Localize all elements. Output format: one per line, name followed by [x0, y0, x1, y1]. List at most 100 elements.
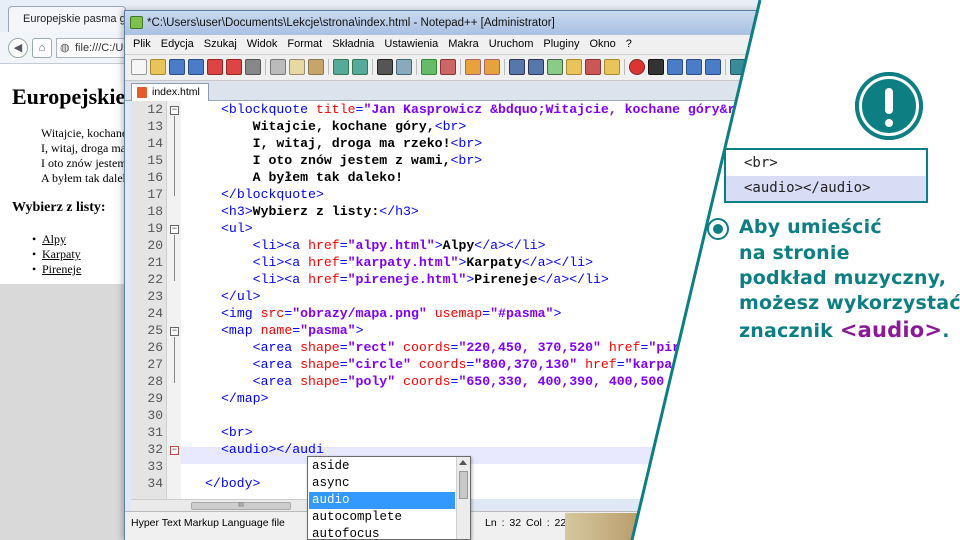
find-icon[interactable] — [377, 59, 393, 75]
home-icon[interactable]: ⌂ — [32, 38, 52, 58]
tab-index-html[interactable]: index.html — [131, 83, 209, 101]
print-icon[interactable] — [245, 59, 261, 75]
list-link-pireneje[interactable]: Pireneje — [32, 262, 81, 277]
cut-icon[interactable] — [270, 59, 286, 75]
autocomplete-item[interactable]: autocomplete — [309, 509, 455, 526]
code-line: A byłem tak daleko! — [221, 170, 404, 185]
autocomplete-item-selected[interactable]: audio — [309, 492, 455, 509]
indent-guide-icon[interactable] — [547, 59, 563, 75]
line-number: 12 — [147, 102, 163, 117]
sync-horizontal-icon[interactable] — [484, 59, 500, 75]
line-number: 15 — [147, 153, 163, 168]
menu-szukaj[interactable]: Szukaj — [199, 35, 242, 54]
line-number: 17 — [147, 187, 163, 202]
menu-format[interactable]: Format — [282, 35, 327, 54]
code-line: </blockquote> — [221, 187, 324, 202]
menu-skladnia[interactable]: Składnia — [327, 35, 379, 54]
menu-edycja[interactable]: Edycja — [156, 35, 199, 54]
line-number: 16 — [147, 170, 163, 185]
menu-okno[interactable]: Okno — [584, 35, 620, 54]
scrollbar-thumb[interactable] — [459, 471, 468, 499]
back-icon[interactable]: ◀ — [8, 38, 28, 58]
line-number: 31 — [147, 425, 163, 440]
line-number: 13 — [147, 119, 163, 134]
quote-line: Witajcie, kochane góry, — [41, 126, 128, 140]
new-file-icon[interactable] — [131, 59, 147, 75]
autocomplete-item[interactable]: autofocus — [309, 526, 455, 539]
code-line: <area shape="circle" coords="800,370,130… — [221, 357, 673, 372]
autocomplete-item[interactable]: async — [309, 475, 455, 492]
line-number: 22 — [147, 272, 163, 287]
menu-bar: Plik Edycja Szukaj Widok Format Składnia Ustaw… — [125, 35, 761, 55]
line-number: 34 — [147, 476, 163, 491]
word-wrap-icon[interactable] — [509, 59, 525, 75]
replace-icon[interactable] — [396, 59, 412, 75]
browser-tab[interactable]: Europejskie pasma górskie — [8, 6, 126, 32]
fold-toggle-icon[interactable]: − — [170, 106, 179, 115]
autocomplete-scrollbar[interactable] — [456, 457, 470, 539]
line-number: 33 — [147, 459, 163, 474]
undo-icon[interactable] — [333, 59, 349, 75]
close-all-icon[interactable] — [226, 59, 242, 75]
fold-toggle-icon[interactable]: − — [170, 225, 179, 234]
menu-plik[interactable]: Plik — [125, 35, 156, 54]
list-link-alpy[interactable]: Alpy — [32, 232, 66, 247]
menu-pluginy[interactable]: Pluginy — [538, 35, 584, 54]
fold-toggle-icon[interactable]: − — [170, 446, 179, 455]
quote-line: I, witaj, droga ma rzeko! — [41, 141, 128, 155]
run-macro-multiple-icon[interactable] — [686, 59, 702, 75]
function-list-icon[interactable] — [604, 59, 620, 75]
paste-icon[interactable] — [308, 59, 324, 75]
menu-ustawienia[interactable]: Ustawienia — [379, 35, 443, 54]
open-folder-icon[interactable] — [150, 59, 166, 75]
status-language: Hyper Text Markup Language file — [131, 517, 285, 529]
save-icon[interactable] — [169, 59, 185, 75]
play-macro-icon[interactable] — [667, 59, 683, 75]
code-line: <li><a href="pireneje.html">Pireneje</a>… — [221, 272, 609, 287]
fold-toggle-icon[interactable]: − — [170, 327, 179, 336]
code-line: <map name="pasma"> — [221, 323, 364, 338]
menu-makra[interactable]: Makra — [443, 35, 484, 54]
toolbar-extra-icon[interactable] — [730, 59, 746, 75]
html-file-icon — [137, 87, 147, 98]
doc-map-icon[interactable] — [585, 59, 601, 75]
horizontal-scrollbar[interactable]: III — [131, 499, 309, 511]
code-editor[interactable]: 12 13 14 15 16 17 18 19 20 21 22 23 24 2… — [131, 101, 761, 499]
scrollbar-thumb[interactable]: III — [191, 502, 291, 510]
redo-icon[interactable] — [352, 59, 368, 75]
toolbar-separator — [460, 59, 461, 75]
code-line: <br> — [221, 425, 253, 440]
sync-vertical-icon[interactable] — [465, 59, 481, 75]
list-link-karpaty[interactable]: Karpaty — [32, 247, 81, 262]
screen: Europejskie pasma górskie ◀ ⌂ ◍ file:///… — [0, 0, 960, 540]
autocomplete-popup[interactable]: aside async audio autocomplete autofocus — [307, 456, 471, 540]
toolbar-extra-icon[interactable] — [749, 59, 765, 75]
line-number: 23 — [147, 289, 163, 304]
close-file-icon[interactable] — [207, 59, 223, 75]
menu-help[interactable]: ? — [621, 35, 637, 54]
show-all-chars-icon[interactable] — [528, 59, 544, 75]
window-titlebar[interactable]: *C:\Users\user\Documents\Lekcje\strona\i… — [125, 11, 761, 35]
zoom-in-icon[interactable] — [421, 59, 437, 75]
tip-line: podkład muzyczny, — [739, 267, 947, 289]
autocomplete-item[interactable]: aside — [309, 458, 455, 475]
code-line: I, witaj, droga ma rzeko!<br> — [221, 136, 483, 151]
line-number: 21 — [147, 255, 163, 270]
code-line: </body> — [205, 476, 261, 491]
code-line: <li><a href="karpaty.html">Karpaty</a></… — [221, 255, 593, 270]
menu-uruchom[interactable]: Uruchom — [484, 35, 539, 54]
line-number: 19 — [147, 221, 163, 236]
menu-widok[interactable]: Widok — [242, 35, 283, 54]
code-line: <area shape="rect" coords="220,450, 370,… — [221, 340, 681, 355]
language-icon[interactable] — [566, 59, 582, 75]
stop-macro-icon[interactable] — [648, 59, 664, 75]
scroll-up-icon[interactable] — [459, 460, 467, 465]
code-line: <img src="obrazy/mapa.png" usemap="#pasm… — [221, 306, 562, 321]
save-macro-icon[interactable] — [705, 59, 721, 75]
copy-icon[interactable] — [289, 59, 305, 75]
toolbar-extra-icon[interactable] — [768, 59, 784, 75]
save-all-icon[interactable] — [188, 59, 204, 75]
record-macro-icon[interactable] — [629, 59, 645, 75]
window-title: *C:\Users\user\Documents\Lekcje\strona\i… — [147, 17, 555, 29]
zoom-out-icon[interactable] — [440, 59, 456, 75]
